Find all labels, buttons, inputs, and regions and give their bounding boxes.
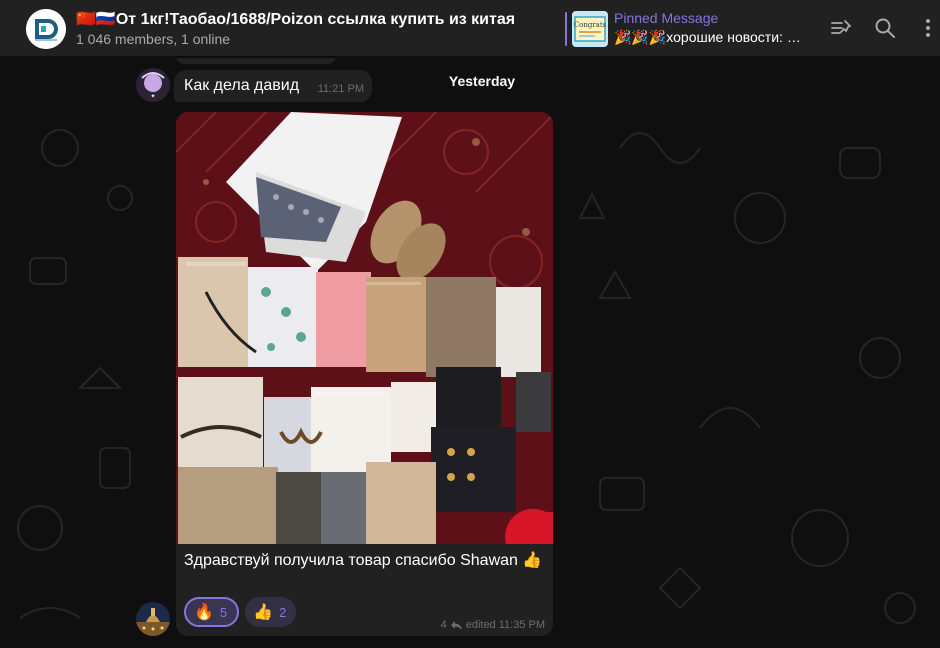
more-vertical-icon[interactable] — [916, 16, 940, 40]
chat-header: 🇨🇳🇷🇺От 1кг!Таобао/1688/Poizon ссылка куп… — [0, 0, 940, 57]
chat-avatar[interactable] — [26, 9, 66, 49]
message-time: 11:21 PM — [317, 83, 364, 95]
chat-background: ✦ Как дела давид 11:21 PM Yesterday Здра… — [0, 58, 940, 648]
unpin-list-icon[interactable] — [829, 16, 853, 40]
chat-member-count: 1 046 members, 1 online — [76, 31, 231, 47]
channel-logo-icon — [26, 9, 66, 49]
photo-caption: Здравствуй получила товар спасибо Shawan… — [184, 552, 543, 569]
pinned-message-text[interactable]: 🎉🎉🎉хорошие новости: Р… — [614, 29, 810, 46]
message-text: Как дела давид — [184, 77, 300, 94]
reaction-count: 5 — [219, 604, 228, 620]
thumbs-up-emoji-icon: 👍 — [253, 604, 274, 621]
svg-text:✦: ✦ — [150, 93, 155, 100]
reaction-fire[interactable]: 🔥 5 — [184, 597, 240, 627]
message-meta: 4 edited 11:35 PM — [441, 619, 545, 631]
message-bubble-greeting[interactable]: Как дела давид 11:21 PM — [174, 70, 372, 102]
search-icon[interactable] — [873, 16, 897, 40]
reply-count[interactable]: 4 — [441, 619, 447, 631]
chat-title[interactable]: 🇨🇳🇷🇺От 1кг!Таобао/1688/Poizon ссылка куп… — [76, 9, 561, 29]
svg-text:Congrats: Congrats — [574, 21, 607, 29]
fire-emoji-icon: 🔥 — [194, 604, 214, 621]
reaction-count: 2 — [279, 604, 287, 620]
pinned-message-label[interactable]: Pinned Message — [614, 10, 718, 26]
sender-avatar[interactable] — [136, 602, 170, 636]
message-bubble-photo[interactable]: Здравствуй получила товар спасибо Shawan… — [176, 112, 553, 636]
reaction-thumbs-up[interactable]: 👍 2 — [245, 597, 297, 627]
date-separator: Yesterday — [448, 73, 516, 89]
pinned-bar-indicator — [565, 12, 567, 46]
sender-avatar[interactable]: ✦ — [136, 68, 170, 102]
edited-time: edited 11:35 PM — [465, 619, 545, 631]
reply-arrow-icon[interactable] — [450, 620, 462, 630]
reactions-row: 🔥 5 👍 2 — [184, 597, 297, 627]
pinned-message-thumbnail[interactable]: Congrats — [572, 11, 608, 47]
previous-message-bubble — [176, 58, 336, 64]
message-photo[interactable] — [176, 112, 553, 544]
